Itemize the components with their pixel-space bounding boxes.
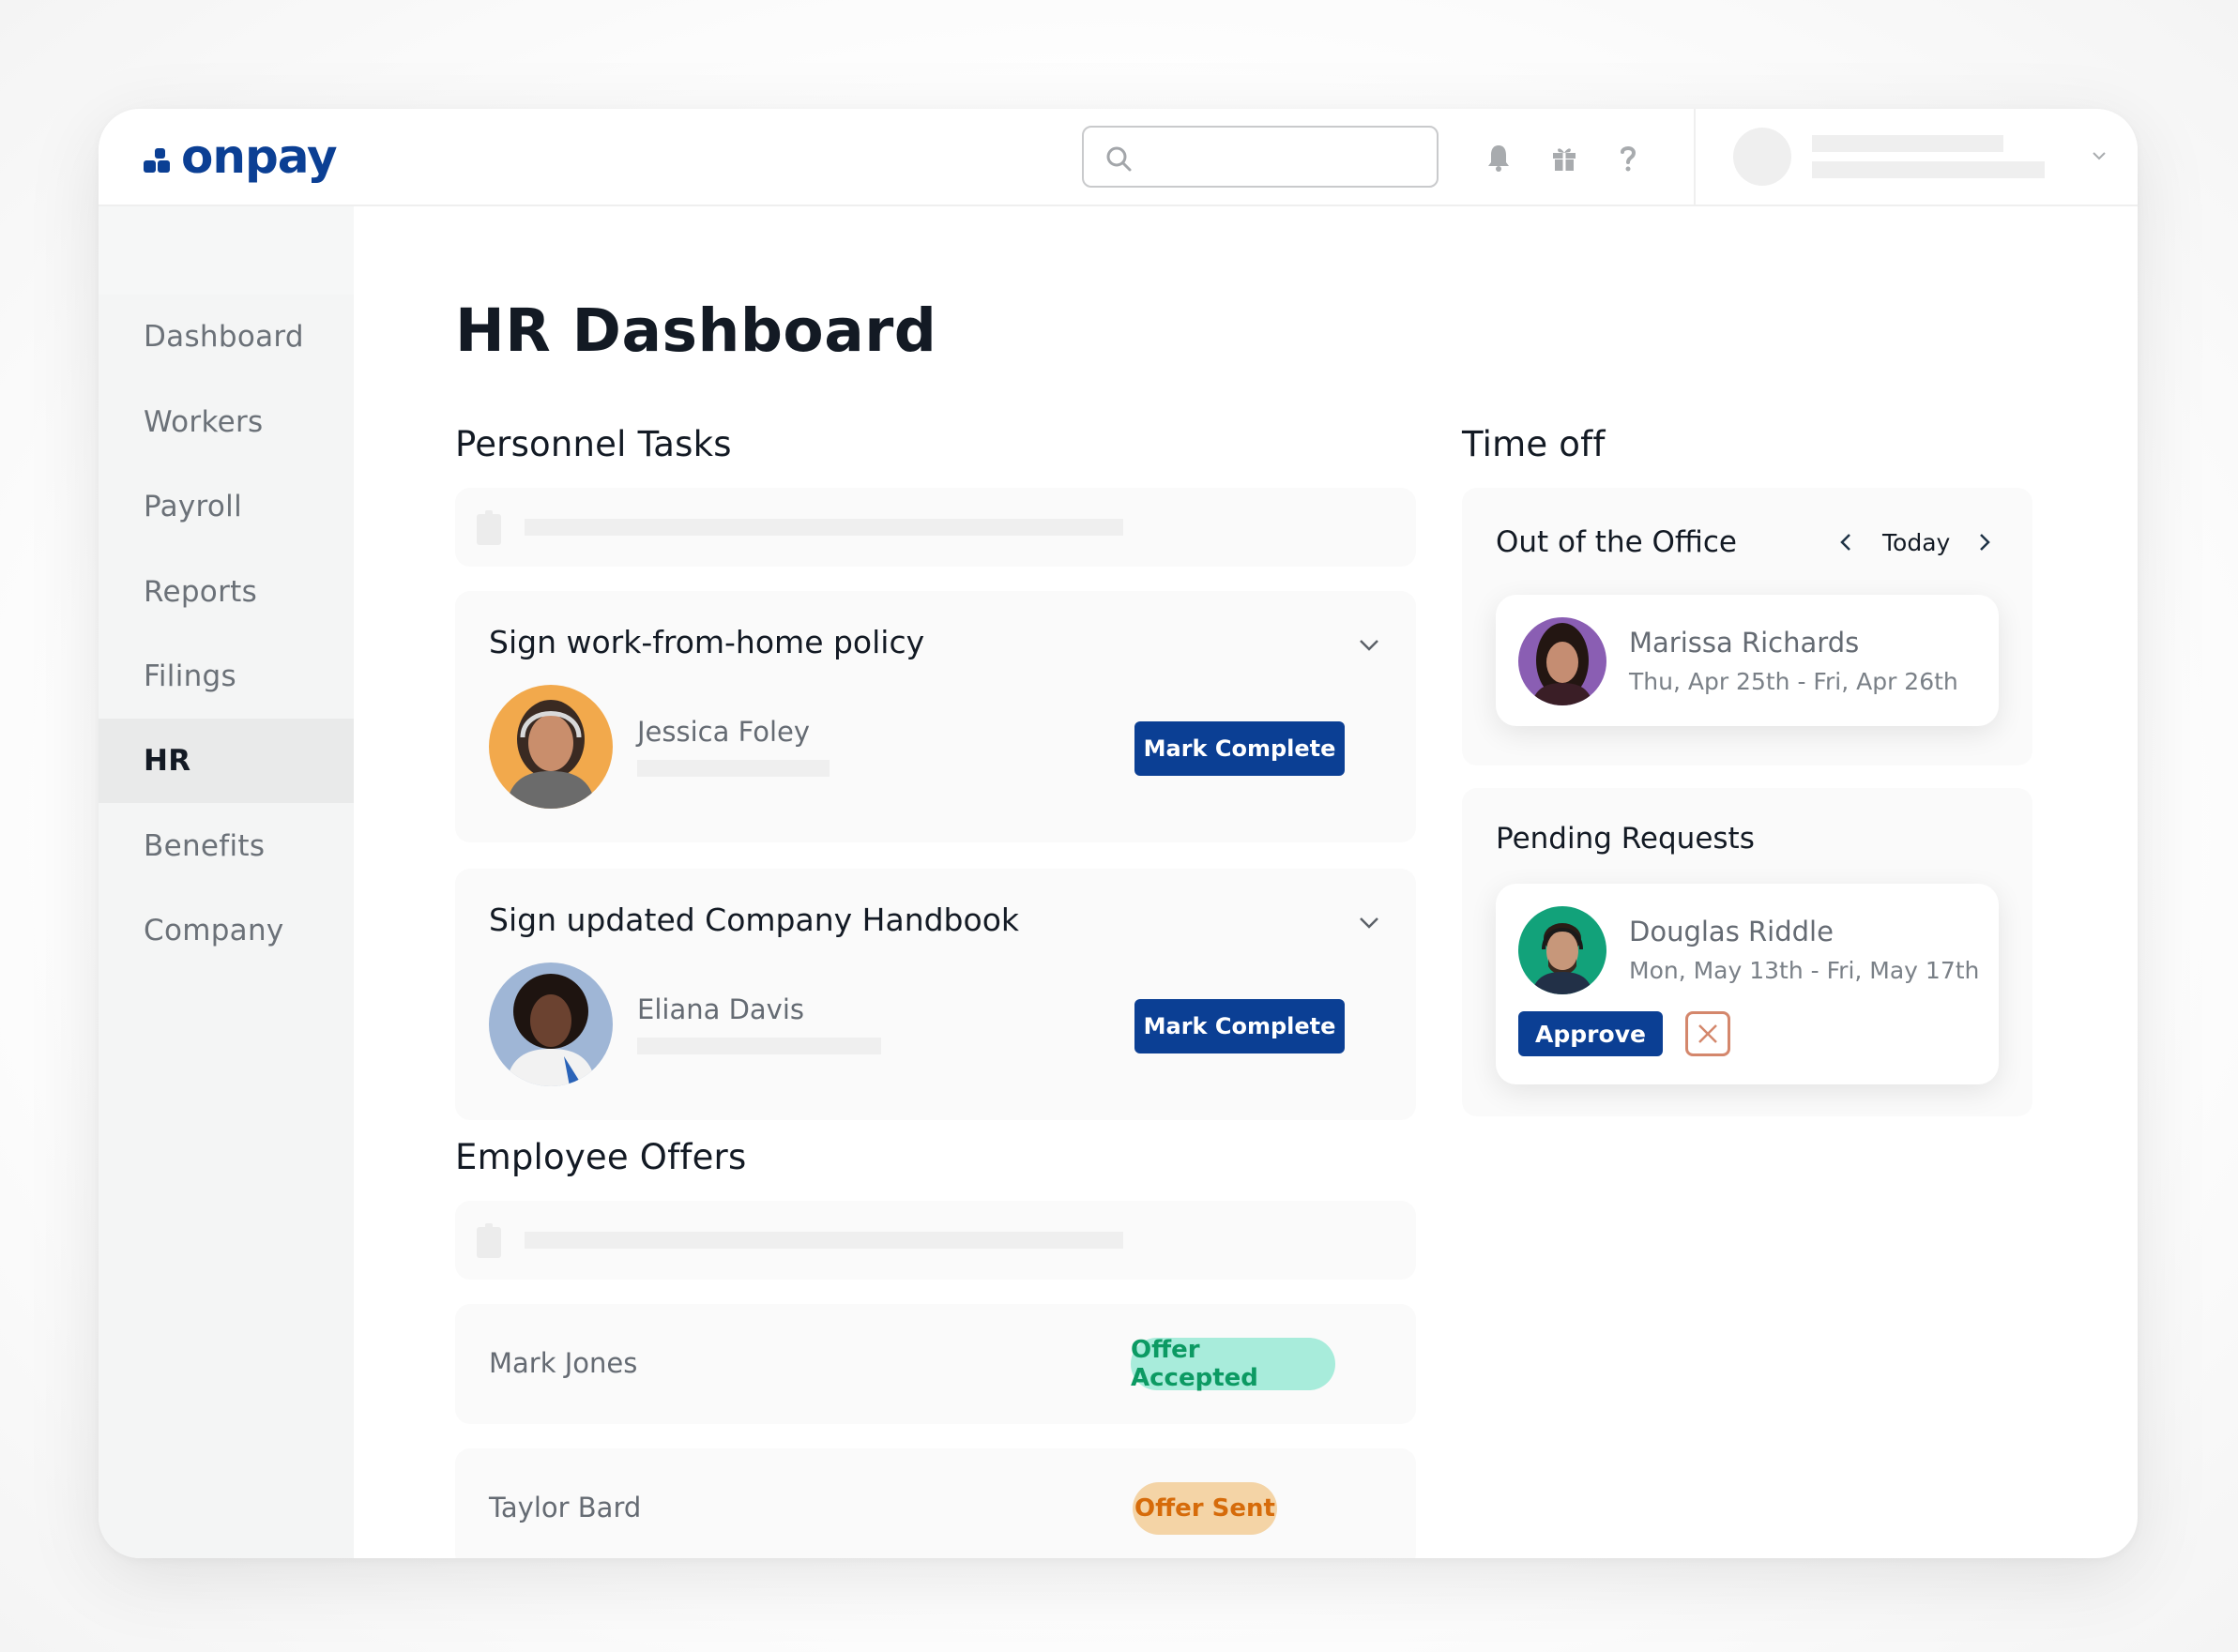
gift-icon[interactable] — [1547, 141, 1581, 174]
app-window: onpay Dashboard Workers Payroll Reports … — [99, 109, 2138, 1558]
user-name-placeholder — [1812, 135, 2003, 152]
placeholder-bar — [637, 760, 830, 777]
pending-requests-title: Pending Requests — [1496, 822, 1755, 856]
avatar — [489, 685, 613, 809]
person-photo-icon — [1531, 623, 1593, 705]
date-nav-label[interactable]: Today — [1882, 529, 1950, 556]
person-name: Jessica Foley — [637, 716, 811, 748]
offers-placeholder-row — [455, 1201, 1416, 1280]
sidebar-header — [99, 206, 354, 295]
search-input[interactable] — [1082, 126, 1439, 188]
mark-complete-button[interactable]: Mark Complete — [1134, 999, 1345, 1053]
out-of-office-title: Out of the Office — [1496, 525, 1738, 559]
sidebar: Dashboard Workers Payroll Reports Filing… — [99, 206, 354, 1558]
sidebar-item-benefits[interactable]: Benefits — [99, 804, 354, 888]
sidebar-item-dashboard[interactable]: Dashboard — [99, 295, 354, 379]
task-title: Sign work-from-home policy — [489, 624, 925, 660]
mark-complete-button[interactable]: Mark Complete — [1134, 721, 1345, 776]
status-badge: Offer Sent — [1133, 1482, 1277, 1535]
task-card: Sign work-from-home policy Jessica Foley… — [455, 591, 1416, 842]
time-off-dates: Mon, May 13th - Fri, May 17th — [1629, 957, 1980, 984]
person-name: Marissa Richards — [1629, 627, 1860, 659]
personnel-tasks-heading: Personnel Tasks — [455, 424, 732, 464]
offer-candidate-name: Mark Jones — [489, 1347, 638, 1379]
person-photo-icon — [1531, 923, 1593, 994]
logo-text: onpay — [181, 129, 338, 184]
time-off-heading: Time off — [1462, 424, 1606, 464]
bell-icon[interactable] — [1482, 141, 1515, 174]
placeholder-bar — [637, 1038, 881, 1054]
clipboard-icon — [477, 1223, 501, 1258]
person-name: Eliana Davis — [637, 993, 805, 1025]
search-icon — [1106, 146, 1132, 172]
onpay-logo[interactable]: onpay — [144, 129, 338, 184]
sidebar-item-filings[interactable]: Filings — [99, 634, 354, 719]
placeholder-bar — [525, 519, 1123, 536]
placeholder-bar — [525, 1232, 1123, 1249]
task-card: Sign updated Company Handbook Eliana Dav… — [455, 869, 1416, 1120]
task-title: Sign updated Company Handbook — [489, 902, 1019, 938]
tasks-placeholder-row — [455, 488, 1416, 567]
out-of-office-panel: Out of the Office Today Marissa Richards… — [1462, 488, 2032, 765]
chevron-down-icon[interactable] — [1356, 909, 1382, 935]
approve-button[interactable]: Approve — [1518, 1011, 1663, 1056]
out-of-office-person-card[interactable]: Marissa Richards Thu, Apr 25th - Fri, Ap… — [1496, 595, 1999, 726]
user-company-placeholder — [1812, 161, 2045, 178]
page-title: HR Dashboard — [455, 296, 937, 365]
chevron-down-icon[interactable] — [1356, 631, 1382, 658]
close-icon — [1698, 1024, 1717, 1043]
pending-request-card: Douglas Riddle Mon, May 13th - Fri, May … — [1496, 884, 1999, 1084]
avatar — [489, 962, 613, 1086]
avatar — [1518, 617, 1606, 705]
avatar — [1518, 906, 1606, 994]
person-photo-icon — [506, 974, 596, 1086]
offer-row[interactable]: Taylor Bard Offer Sent — [455, 1448, 1416, 1558]
logo-mark-icon — [144, 148, 175, 174]
reject-button[interactable] — [1685, 1011, 1730, 1056]
person-name: Douglas Riddle — [1629, 916, 1834, 947]
sidebar-item-payroll[interactable]: Payroll — [99, 464, 354, 549]
chevron-down-icon[interactable] — [2088, 144, 2110, 167]
sidebar-item-workers[interactable]: Workers — [99, 380, 354, 464]
sidebar-item-hr[interactable]: HR — [99, 719, 354, 803]
offer-row[interactable]: Mark Jones Offer Accepted — [455, 1304, 1416, 1424]
user-avatar[interactable] — [1733, 128, 1791, 186]
header-divider — [1694, 109, 1696, 206]
person-photo-icon — [506, 700, 596, 809]
sidebar-item-reports[interactable]: Reports — [99, 550, 354, 634]
clipboard-icon — [477, 510, 501, 545]
sidebar-item-company[interactable]: Company — [99, 888, 354, 973]
chevron-right-icon[interactable] — [1972, 531, 1995, 553]
status-badge: Offer Accepted — [1131, 1336, 1335, 1392]
offer-candidate-name: Taylor Bard — [489, 1492, 642, 1523]
pending-requests-panel: Pending Requests Douglas Riddle Mon, May… — [1462, 788, 2032, 1116]
help-icon[interactable] — [1611, 141, 1645, 174]
top-bar: onpay — [99, 109, 2138, 206]
time-off-dates: Thu, Apr 25th - Fri, Apr 26th — [1629, 668, 1958, 695]
employee-offers-heading: Employee Offers — [455, 1137, 747, 1177]
chevron-left-icon[interactable] — [1835, 531, 1858, 553]
